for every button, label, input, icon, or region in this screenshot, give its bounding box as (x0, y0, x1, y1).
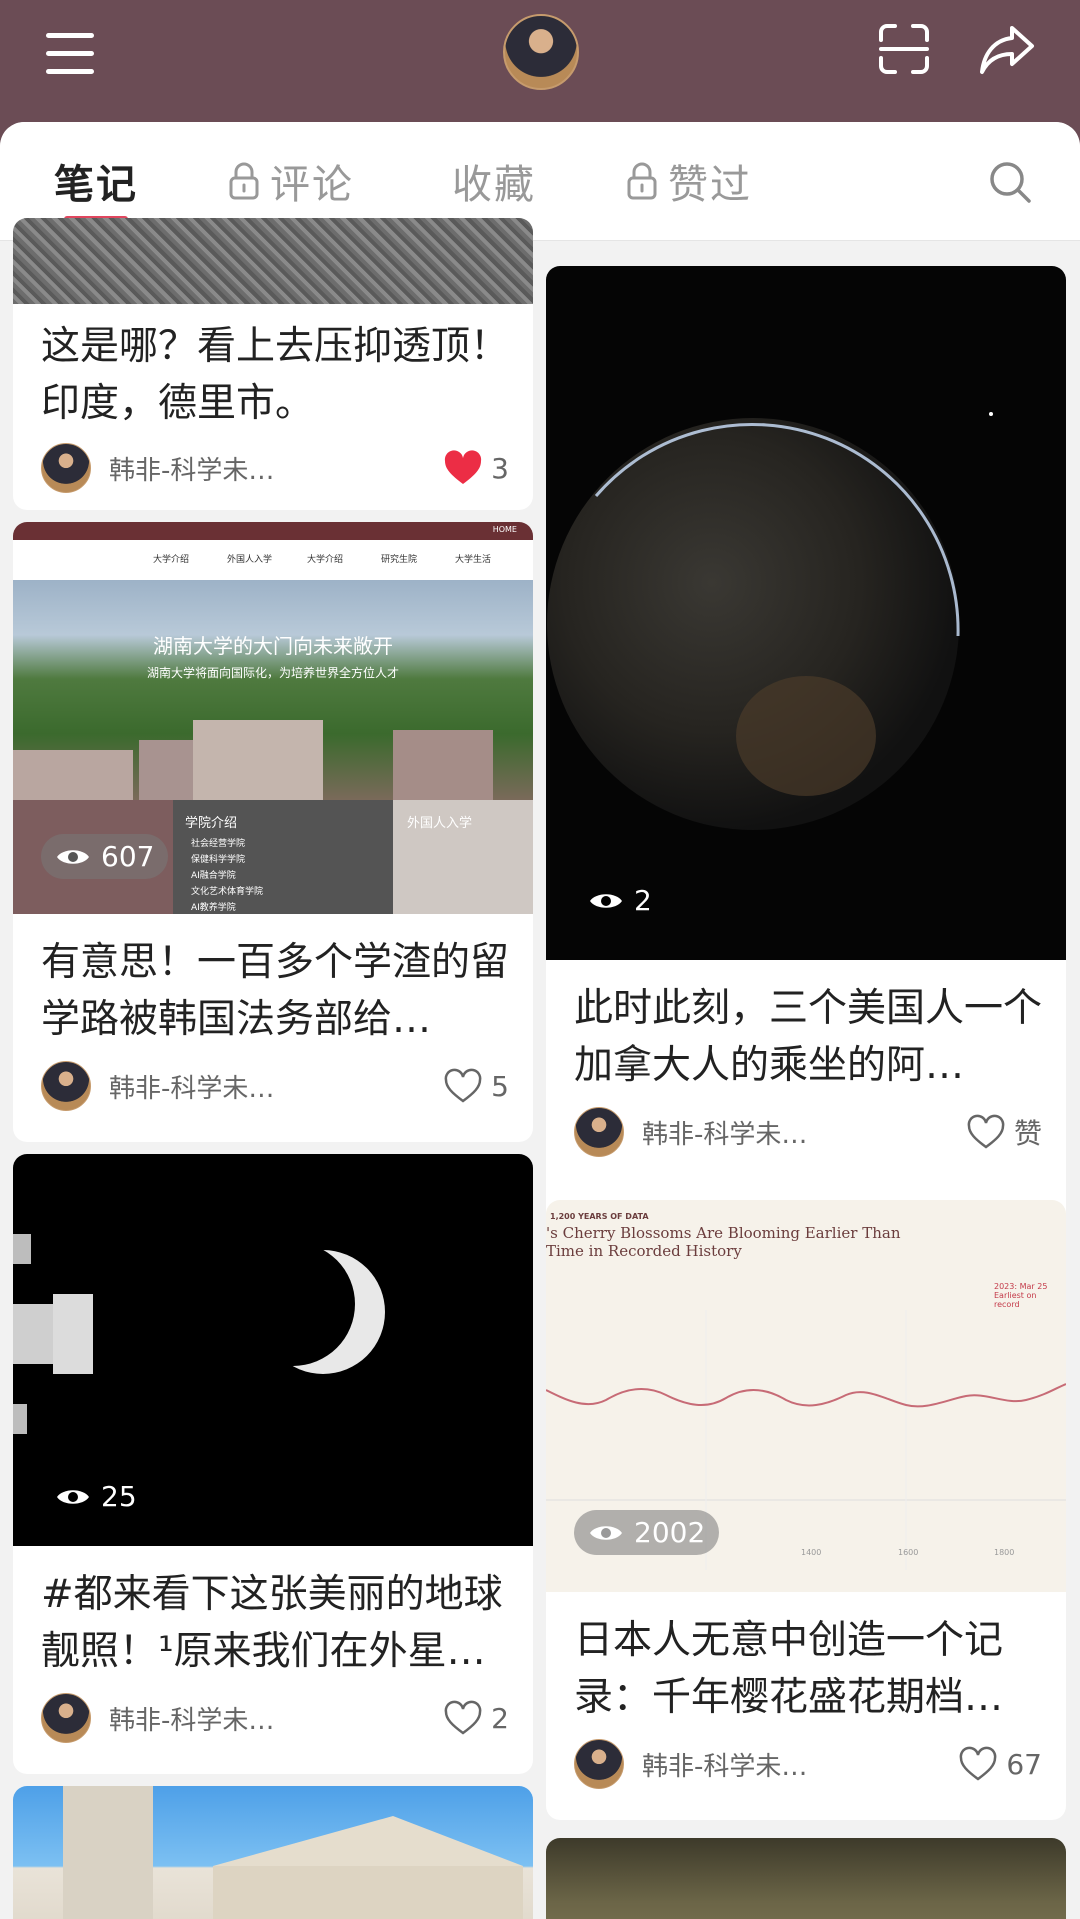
image-panel-title: 外国人入学 (407, 816, 473, 831)
heart-outline-icon (444, 1700, 482, 1735)
note-card[interactable]: 这是哪？看上去压抑透顶！印度，德里市。 韩非-科学未… 3 (13, 218, 533, 510)
author-row: 韩非-科学未… 2 (41, 1693, 509, 1743)
note-card[interactable]: 1,200 YEARS OF DATA 's Cherry Blossoms A… (546, 1200, 1066, 1820)
axis-tick-label: 1400 (801, 1548, 822, 1557)
image-panel-item: 社会经营学院 (191, 839, 246, 849)
note-title: 日本人无意中创造一个记录：千年樱花盛花期档… (574, 1618, 1004, 1720)
tab-label: 笔记 (54, 162, 138, 208)
search-icon[interactable] (988, 160, 1032, 204)
author-row: 韩非-科学未… 3 (41, 443, 509, 493)
note-card[interactable]: 2 此时此刻，三个美国人一个加拿大人的乘坐的阿… 韩非-科学未… 赞 (546, 266, 1066, 1306)
author-name[interactable]: 韩非-科学未… (642, 1746, 958, 1783)
heart-outline-icon (967, 1114, 1005, 1149)
image-menu-text: 研究生院 (381, 555, 418, 565)
heart-filled-icon (445, 450, 482, 484)
image-panel-item: AI融合学院 (191, 871, 236, 881)
like-button[interactable]: 67 (958, 1746, 1042, 1782)
tab-notes[interactable]: 笔记 (54, 152, 138, 222)
note-image (546, 1838, 1066, 1919)
note-image (13, 1786, 533, 1919)
eye-icon (590, 1525, 622, 1540)
tab-favorites[interactable]: 收藏 (452, 152, 536, 210)
like-button[interactable]: 2 (443, 1700, 509, 1736)
view-count: 2 (634, 884, 652, 917)
menu-icon[interactable] (46, 33, 94, 74)
author-name[interactable]: 韩非-科学未… (109, 450, 443, 487)
eye-icon (590, 893, 622, 908)
heart-outline-icon (960, 1746, 997, 1781)
note-title: 有意思！一百多个学渣的留学路被韩国法务部给… (41, 940, 510, 1042)
view-count-badge: 2 (574, 878, 666, 923)
note-image: HOME 大学介绍 外国人入学 大学介绍 研究生院 大学生活 湖南大学的大门向未… (13, 522, 533, 914)
note-card[interactable]: HOME 大学介绍 外国人入学 大学介绍 研究生院 大学生活 湖南大学的大门向未… (13, 522, 533, 1142)
author-name[interactable]: 韩非-科学未… (109, 1068, 443, 1105)
image-menu-text: 大学生活 (455, 555, 492, 565)
image-menu-text: 外国人入学 (227, 555, 273, 565)
image-headline: 湖南大学的大门向未来敞开 (153, 634, 393, 658)
note-title: #都来看下这张美丽的地球靓照！¹原来我们在外星… (41, 1572, 503, 1674)
view-count: 607 (101, 840, 155, 873)
author-row: 韩非-科学未… 赞 (574, 1107, 1042, 1157)
share-icon[interactable] (978, 22, 1036, 76)
like-count: 3 (491, 451, 509, 485)
note-image (13, 218, 533, 304)
author-name[interactable]: 韩非-科学未… (109, 1700, 443, 1737)
tab-liked[interactable]: 赞过 (626, 152, 752, 210)
note-card[interactable] (13, 1786, 533, 1919)
like-button[interactable]: 3 (443, 450, 509, 486)
like-label: 赞 (1013, 1117, 1042, 1150)
tab-comments[interactable]: 评论 (228, 152, 354, 210)
scan-icon[interactable] (877, 22, 931, 76)
note-image: 25 (13, 1154, 533, 1546)
heart-outline-icon (444, 1068, 482, 1103)
note-image: 2 (546, 266, 1066, 960)
lock-icon (627, 162, 657, 200)
image-nav-text: HOME (492, 525, 517, 534)
tab-label: 评论 (270, 162, 354, 208)
note-card[interactable] (546, 1838, 1066, 1919)
note-card[interactable]: 25 #都来看下这张美丽的地球靓照！¹原来我们在外星… 韩非-科学未… 2 (13, 1154, 533, 1774)
image-panel-item: AI教养学院 (191, 903, 236, 913)
note-image: 1,200 YEARS OF DATA 's Cherry Blossoms A… (546, 1200, 1066, 1592)
eye-icon (57, 1489, 89, 1504)
image-panel-item: 文化艺术体育学院 (191, 887, 264, 897)
author-avatar[interactable] (574, 1107, 624, 1157)
author-row: 韩非-科学未… 67 (574, 1739, 1042, 1789)
tab-label: 赞过 (668, 162, 752, 208)
image-panel-item: 保健科学学院 (191, 855, 246, 865)
profile-sheet: 笔记 评论 收藏 赞过 这是哪？看上去压抑透顶！印度，德里市。 韩非-科学未… … (0, 122, 1080, 1919)
image-panel-title: 学院介绍 (185, 816, 238, 831)
view-count-badge: 25 (41, 1474, 151, 1519)
eye-icon (57, 849, 89, 864)
view-count-badge: 607 (41, 834, 169, 879)
view-count: 2002 (634, 1516, 706, 1549)
tab-label: 收藏 (452, 162, 536, 208)
like-button[interactable]: 5 (443, 1068, 509, 1104)
avatar[interactable] (503, 14, 579, 90)
like-count: 5 (491, 1069, 509, 1103)
lock-icon (229, 162, 259, 200)
axis-tick-label: 1600 (898, 1548, 919, 1557)
author-avatar[interactable] (41, 1061, 91, 1111)
like-button[interactable]: 赞 (966, 1112, 1042, 1152)
axis-tick-label: 1800 (994, 1548, 1015, 1557)
note-title: 此时此刻，三个美国人一个加拿大人的乘坐的阿… (574, 986, 1043, 1088)
image-subtext: 湖南大学将面向国际化，为培养世界全方位人才 (146, 666, 399, 680)
author-avatar[interactable] (41, 1693, 91, 1743)
author-row: 韩非-科学未… 5 (41, 1061, 509, 1111)
view-count: 25 (101, 1480, 137, 1513)
image-menu-text: 大学介绍 (153, 555, 190, 565)
like-count: 2 (491, 1701, 509, 1735)
author-name[interactable]: 韩非-科学未… (642, 1114, 966, 1151)
note-title: 这是哪？看上去压抑透顶！印度，德里市。 (41, 324, 510, 426)
like-count: 67 (1006, 1747, 1042, 1781)
image-menu-text: 大学介绍 (307, 555, 344, 565)
view-count-badge: 2002 (574, 1510, 720, 1555)
author-avatar[interactable] (41, 443, 91, 493)
author-avatar[interactable] (574, 1739, 624, 1789)
